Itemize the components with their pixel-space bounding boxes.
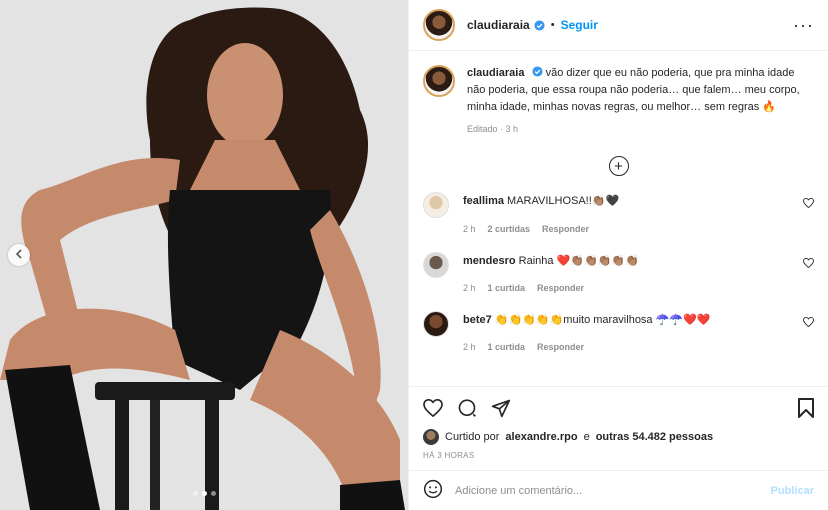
load-more-comments[interactable]: + — [423, 156, 814, 177]
post-sidebar: claudiaraia • Seguir ··· claudiaraia vão… — [408, 0, 828, 510]
post-actions: Curtido por alexandre.rpo e outras 54.48… — [409, 386, 828, 470]
post-photo — [0, 0, 408, 510]
comment-text: Rainha ❤️👏🏽👏🏽👏🏽👏🏽👏🏽 — [518, 254, 639, 267]
carousel-dot-active — [201, 491, 207, 496]
liked-and: e — [583, 431, 590, 443]
plus-circle-icon[interactable]: + — [608, 156, 629, 177]
chevron-left-icon — [15, 248, 23, 262]
post-timestamp[interactable]: HÁ 3 HORAS — [423, 451, 814, 460]
publish-button[interactable]: Publicar — [771, 485, 814, 497]
comment-like-heart-icon[interactable] — [803, 316, 814, 330]
author-avatar[interactable] — [423, 9, 455, 41]
author-username[interactable]: claudiaraia — [467, 18, 530, 32]
caption-meta: Editado · 3 h — [467, 124, 519, 135]
comment-time: 2 h — [463, 223, 476, 234]
commenter-avatar[interactable] — [423, 192, 449, 219]
caption-author-avatar[interactable] — [423, 65, 455, 97]
comment-time: 2 h — [463, 282, 476, 293]
liked-others[interactable]: outras 54.482 pessoas — [596, 431, 713, 443]
commenter-avatar[interactable] — [423, 251, 449, 278]
comment-item: feallima MARAVILHOSA!!👏🏽🖤 2 h 2 curtidas… — [423, 192, 814, 234]
comment-like-heart-icon[interactable] — [803, 198, 814, 211]
comment-text: 👏👏👏👏👏muito maravilhosa ☂️☂️❤️❤️ — [494, 313, 711, 326]
comment-input[interactable] — [455, 484, 759, 497]
liker-avatar[interactable] — [423, 429, 439, 445]
verified-badge-icon — [534, 19, 545, 31]
emoji-icon[interactable] — [423, 479, 443, 502]
heart-icon[interactable] — [423, 398, 443, 420]
comment-likes[interactable]: 1 curtida — [488, 283, 526, 293]
carousel-indicator — [0, 491, 408, 496]
commenter-avatar[interactable] — [423, 310, 449, 337]
caption-username[interactable]: claudiaraia — [467, 67, 524, 79]
comment-username[interactable]: feallima — [463, 195, 504, 207]
verified-badge-icon — [532, 66, 543, 77]
comment-like-heart-icon[interactable] — [803, 257, 814, 271]
add-comment-bar: Publicar — [409, 470, 828, 510]
instagram-post: claudiaraia • Seguir ··· claudiaraia vão… — [0, 0, 828, 510]
comment-icon[interactable] — [457, 398, 477, 421]
reply-button[interactable]: Responder — [537, 283, 584, 293]
more-options-icon[interactable]: ··· — [793, 16, 814, 34]
bookmark-icon[interactable] — [798, 397, 814, 421]
carousel-dot — [210, 491, 216, 496]
comments-section[interactable]: claudiaraia vão dizer que eu não poderia… — [409, 51, 828, 386]
comment-item: mendesro Rainha ❤️👏🏽👏🏽👏🏽👏🏽👏🏽 2 h 1 curti… — [423, 251, 814, 293]
reply-button[interactable]: Responder — [537, 342, 584, 352]
share-icon[interactable] — [491, 398, 511, 421]
post-caption: claudiaraia vão dizer que eu não poderia… — [423, 65, 814, 134]
post-header: claudiaraia • Seguir ··· — [409, 0, 828, 51]
comment-time: 2 h — [463, 342, 476, 353]
carousel-dot — [192, 491, 198, 496]
header-separator: • — [550, 19, 555, 31]
liked-prefix: Curtido por — [445, 431, 500, 443]
likes-summary: Curtido por alexandre.rpo e outras 54.48… — [423, 429, 814, 445]
follow-button[interactable]: Seguir — [561, 18, 598, 32]
comment-likes[interactable]: 1 curtida — [488, 342, 526, 352]
comment-likes[interactable]: 2 curtidas — [488, 224, 531, 234]
comment-text: MARAVILHOSA!!👏🏽🖤 — [507, 195, 620, 208]
post-media[interactable] — [0, 0, 408, 510]
comment-username[interactable]: bete7 — [463, 314, 492, 326]
comment-username[interactable]: mendesro — [463, 255, 516, 267]
liked-user[interactable]: alexandre.rpo — [505, 431, 577, 443]
previous-media-button[interactable] — [8, 244, 30, 266]
reply-button[interactable]: Responder — [542, 224, 589, 234]
comment-item: bete7 👏👏👏👏👏muito maravilhosa ☂️☂️❤️❤️ 2 … — [423, 310, 814, 353]
